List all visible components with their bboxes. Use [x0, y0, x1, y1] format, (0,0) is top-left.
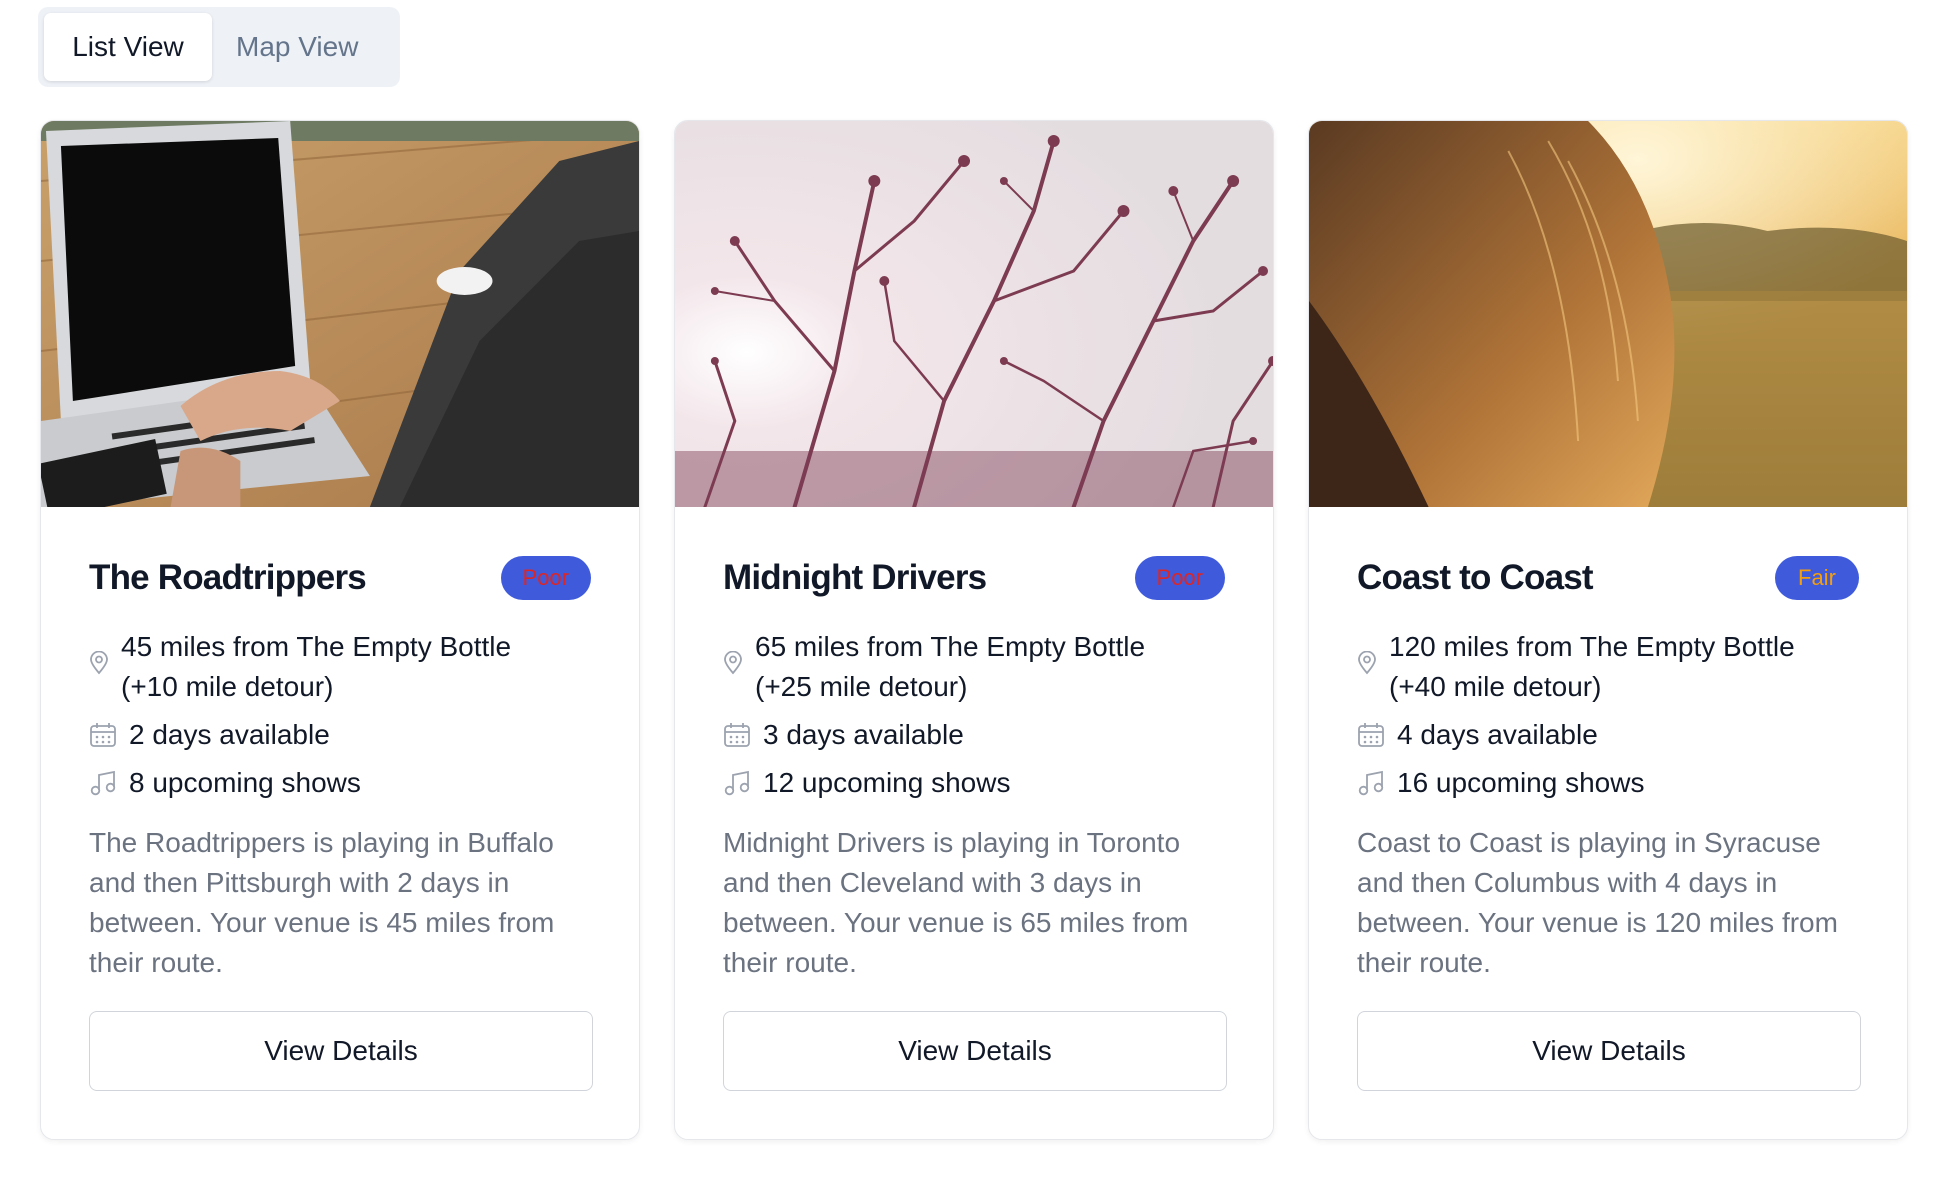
band-card-body: Coast to Coast Fair 120 miles from The E…	[1309, 507, 1907, 983]
distance-text: 45 miles from The Empty Bottle	[121, 631, 512, 662]
detour-text: (+25 mile detour)	[755, 671, 968, 702]
upcoming-shows: 8 upcoming shows	[129, 767, 361, 798]
band-card-body: The Roadtrippers Poor 45 miles from The …	[41, 507, 639, 983]
band-card-image	[675, 121, 1273, 507]
band-description: Coast to Coast is playing in Syracuse an…	[1357, 827, 1838, 978]
rating-badge: Poor	[500, 556, 591, 600]
rating-badge: Fair	[1775, 556, 1859, 600]
band-title: Coast to Coast	[1357, 558, 1594, 597]
detour-text: (+40 mile detour)	[1389, 671, 1602, 702]
days-available: 4 days available	[1397, 719, 1598, 750]
band-card: The Roadtrippers Poor 45 miles from The …	[40, 120, 640, 1140]
map-pin-icon	[89, 627, 121, 675]
map-pin-icon	[723, 627, 755, 675]
band-card-image	[41, 121, 639, 507]
page: List View Map View The Roadtrippers Poor…	[0, 0, 1934, 1188]
view-details-button[interactable]: View Details	[89, 1011, 593, 1091]
rating-label: Poor	[1156, 565, 1203, 590]
detour-text: (+10 mile detour)	[121, 671, 334, 702]
days-available: 2 days available	[129, 719, 330, 750]
distance-text: 120 miles from The Empty Bottle	[1389, 631, 1795, 662]
calendar-icon	[1357, 715, 1389, 748]
distance-row: 45 miles from The Empty Bottle (+10 mile…	[89, 627, 591, 707]
music-note-icon	[723, 763, 755, 796]
band-card-image	[1309, 121, 1907, 507]
calendar-icon	[723, 715, 755, 748]
map-pin-icon	[1357, 627, 1389, 675]
view-toggle: List View Map View	[38, 7, 400, 87]
band-description: The Roadtrippers is playing in Buffalo a…	[89, 827, 555, 978]
band-card: Midnight Drivers Poor 65 miles from The …	[674, 120, 1274, 1140]
view-details-button[interactable]: View Details	[1357, 1011, 1861, 1091]
upcoming-shows: 12 upcoming shows	[763, 767, 1011, 798]
shows-row: 16 upcoming shows	[1357, 763, 1859, 803]
band-card-list: The Roadtrippers Poor 45 miles from The …	[40, 120, 1908, 1140]
days-available: 3 days available	[763, 719, 964, 750]
tab-list-view[interactable]: List View	[44, 13, 212, 81]
band-card: Coast to Coast Fair 120 miles from The E…	[1308, 120, 1908, 1140]
distance-row: 120 miles from The Empty Bottle (+40 mil…	[1357, 627, 1859, 707]
rating-label: Poor	[522, 565, 569, 590]
band-title: The Roadtrippers	[89, 558, 367, 597]
distance-row: 65 miles from The Empty Bottle (+25 mile…	[723, 627, 1225, 707]
band-description: Midnight Drivers is playing in Toronto a…	[723, 827, 1189, 978]
shows-row: 8 upcoming shows	[89, 763, 591, 803]
availability-row: 4 days available	[1357, 715, 1859, 755]
tab-map-view[interactable]: Map View	[216, 13, 378, 81]
availability-row: 2 days available	[89, 715, 591, 755]
rating-badge: Poor	[1134, 556, 1225, 600]
music-note-icon	[89, 763, 121, 796]
rating-label: Fair	[1798, 565, 1836, 590]
view-details-button[interactable]: View Details	[723, 1011, 1227, 1091]
distance-text: 65 miles from The Empty Bottle	[755, 631, 1146, 662]
upcoming-shows: 16 upcoming shows	[1397, 767, 1645, 798]
calendar-icon	[89, 715, 121, 748]
availability-row: 3 days available	[723, 715, 1225, 755]
band-title: Midnight Drivers	[723, 558, 987, 597]
shows-row: 12 upcoming shows	[723, 763, 1225, 803]
music-note-icon	[1357, 763, 1389, 796]
band-card-body: Midnight Drivers Poor 65 miles from The …	[675, 507, 1273, 983]
